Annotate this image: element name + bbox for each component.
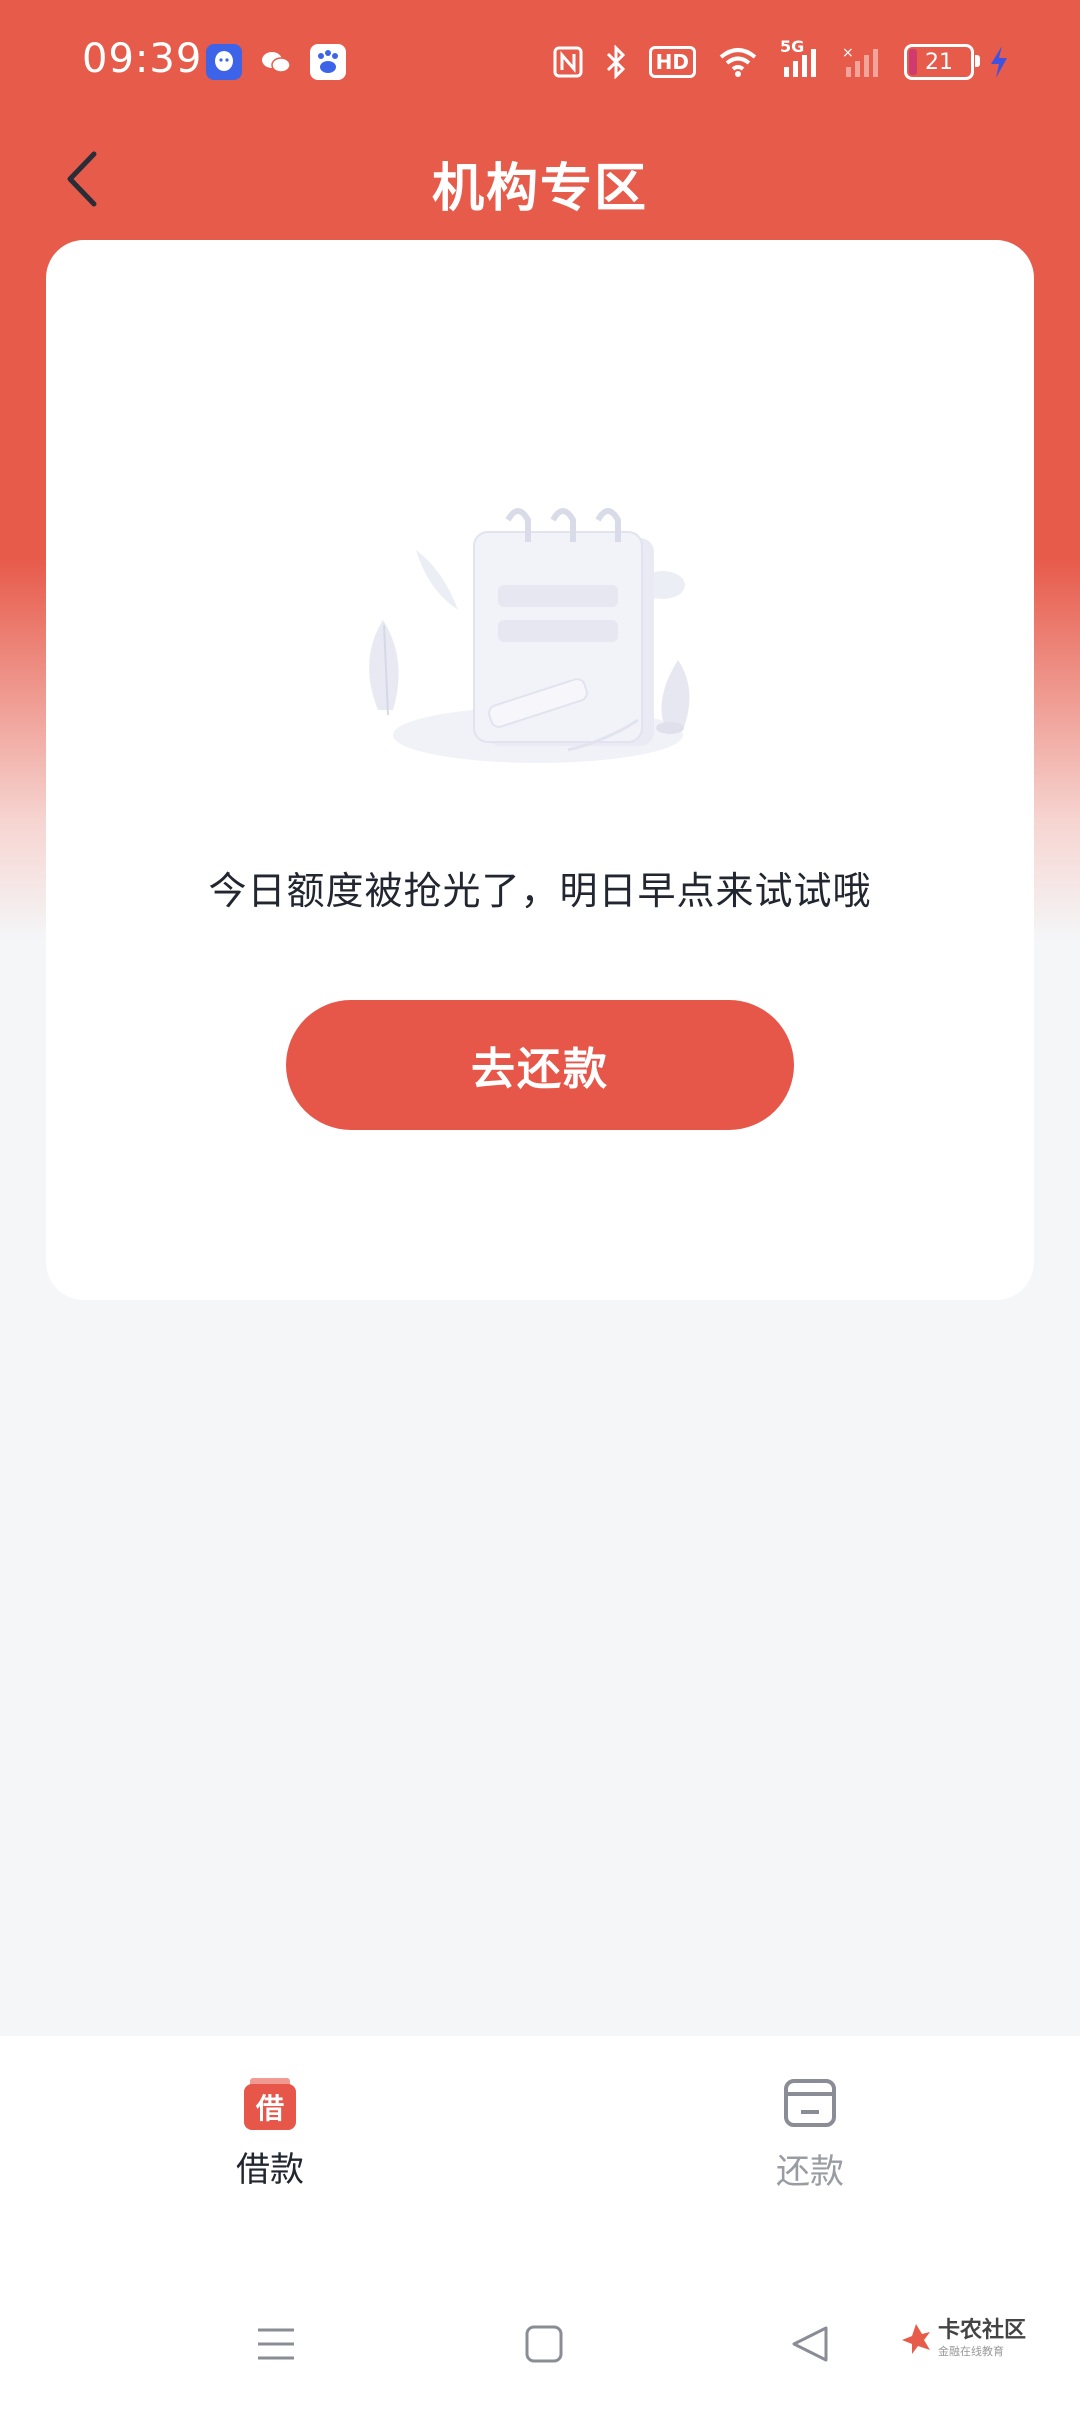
- signal-sim2-icon: ×: [842, 45, 882, 79]
- svg-text:×: ×: [842, 45, 854, 61]
- tab-repay-label: 还款: [776, 2152, 844, 2192]
- empty-state-message: 今日额度被抢光了，明日早点来试试哦: [208, 869, 872, 913]
- page-title: 机构专区: [431, 159, 648, 219]
- menu-icon: [258, 2328, 294, 2360]
- borrow-icon: 借: [244, 2078, 296, 2130]
- nav-home-button[interactable]: [514, 2314, 574, 2374]
- kanong-watermark: 卡农社区 金融在线教育: [900, 2320, 1026, 2357]
- system-navigation-bar: 卡农社区 金融在线教育: [0, 2306, 1080, 2386]
- tab-repay[interactable]: 还款: [710, 2056, 910, 2216]
- content-card: 今日额度被抢光了，明日早点来试试哦 去还款: [46, 240, 1034, 1300]
- wifi-icon: [718, 46, 758, 78]
- signal-5g-icon: 5G: [780, 37, 820, 79]
- status-time: 09:39: [82, 36, 203, 82]
- borrow-icon-glyph: 借: [244, 2084, 296, 2130]
- hd-icon: HD: [648, 46, 696, 78]
- wechat-notification-icon: [258, 44, 294, 80]
- qq-notification-icon: [206, 44, 242, 80]
- nav-menu-button[interactable]: [246, 2314, 306, 2374]
- go-repay-button[interactable]: 去还款: [286, 1000, 794, 1130]
- home-square-icon: [525, 2325, 563, 2363]
- watermark-subtitle: 金融在线教育: [938, 2345, 1004, 2358]
- battery-icon: 21: [904, 44, 980, 80]
- wallet-card-icon: [783, 2078, 837, 2132]
- nfc-icon: [553, 46, 583, 78]
- back-triangle-icon: [792, 2326, 828, 2362]
- tab-borrow[interactable]: 借 借款: [170, 2056, 370, 2216]
- watermark-title: 卡农社区: [938, 2318, 1027, 2343]
- status-bar: 09:39 HD 5G × 21: [0, 0, 1080, 124]
- page-header: 机构专区: [0, 124, 1080, 236]
- network-type: 5G: [780, 37, 805, 56]
- battery-level: 21: [925, 49, 953, 75]
- nav-back-button[interactable]: [780, 2314, 840, 2374]
- kanong-logo-icon: [902, 2323, 930, 2354]
- status-icons: HD 5G × 21: [531, 37, 1010, 84]
- tab-borrow-label: 借款: [236, 2150, 304, 2190]
- empty-notebook-illustration: [348, 460, 728, 780]
- bluetooth-icon: [605, 45, 627, 79]
- bottom-tab-bar: 借 借款 还款 卡农社区 金融在线教育: [0, 2036, 1080, 2412]
- charging-icon: [988, 44, 1010, 80]
- baidu-notification-icon: [310, 44, 346, 80]
